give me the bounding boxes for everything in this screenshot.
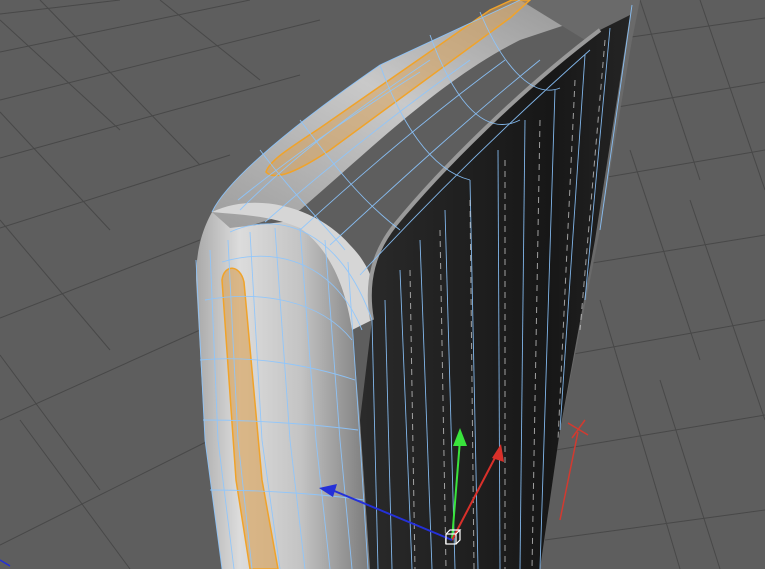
world-axis-indicator-icon (0, 559, 11, 567)
3d-viewport[interactable] (0, 0, 765, 569)
null-x-icon[interactable] (559, 419, 589, 521)
